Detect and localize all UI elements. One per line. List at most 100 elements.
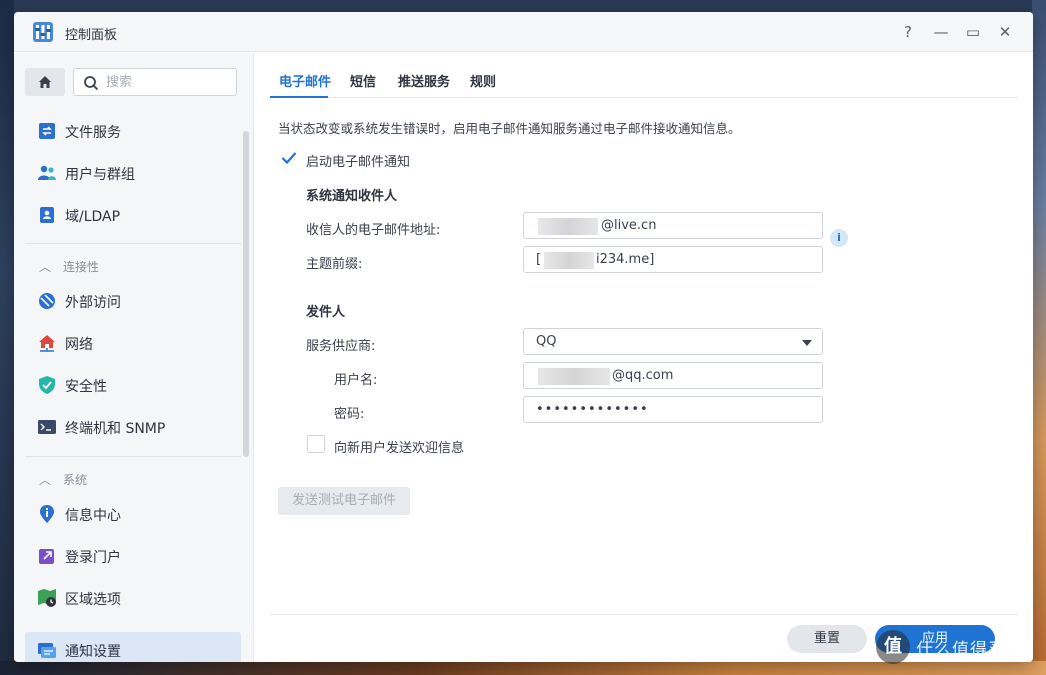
chevron-up-icon: ︿ xyxy=(39,473,52,487)
close-button[interactable]: ✕ xyxy=(995,22,1015,42)
regional-options-icon xyxy=(38,589,56,607)
sidebar-scrollbar[interactable] xyxy=(243,131,249,457)
domain-ldap-icon xyxy=(40,207,54,223)
username-label: 用户名: xyxy=(334,373,378,388)
recipient-email-field[interactable]: @live.cn xyxy=(523,212,823,239)
titlebar: 控制面板 ? — ▭ ✕ xyxy=(14,12,1033,52)
network-icon xyxy=(39,335,55,352)
section-label: 系统 xyxy=(63,473,88,487)
info-center-icon xyxy=(40,505,54,523)
recipient-label: 收信人的电子邮件地址: xyxy=(306,223,441,238)
search-input[interactable] xyxy=(106,72,226,92)
recipients-heading: 系统通知收件人 xyxy=(306,189,398,204)
redacted-mask xyxy=(538,368,610,385)
sidebar-item-label: 网络 xyxy=(65,337,93,353)
tab-push-service[interactable]: 推送服务 xyxy=(398,71,450,90)
provider-label: 服务供应商: xyxy=(306,339,376,354)
tab-sms[interactable]: 短信 xyxy=(350,71,376,90)
sidebar: 文件服务 用户与群组 域/LDAP ︿ 连接性 xyxy=(14,53,254,662)
active-tab-indicator xyxy=(270,96,328,98)
sender-heading: 发件人 xyxy=(306,305,346,320)
sidebar-item-security[interactable]: 安全性 xyxy=(25,367,241,403)
window-title: 控制面板 xyxy=(65,28,118,43)
password-label: 密码: xyxy=(334,407,365,422)
username-field[interactable]: @qq.com xyxy=(523,362,823,389)
sidebar-item-label: 安全性 xyxy=(65,379,107,395)
sidebar-item-domain-ldap[interactable]: 域/LDAP xyxy=(25,197,241,233)
footer-divider xyxy=(270,614,1018,615)
search-icon xyxy=(84,76,99,91)
control-panel-app-icon xyxy=(33,22,53,42)
dropdown-arrow-icon xyxy=(802,340,812,346)
provider-select[interactable]: QQ xyxy=(523,328,823,355)
notification-icon xyxy=(38,643,56,658)
provider-value: QQ xyxy=(536,334,557,349)
external-access-icon xyxy=(39,293,55,309)
send-test-email-button[interactable]: 发送测试电子邮件 xyxy=(278,487,410,515)
tab-bar: 电子邮件 短信 推送服务 规则 xyxy=(270,53,1018,98)
redacted-mask xyxy=(544,252,594,269)
watermark-badge: 值 xyxy=(876,630,910,664)
home-button[interactable] xyxy=(25,68,65,96)
checkmark-icon xyxy=(281,152,297,165)
subject-prefix-field[interactable]: [ i234.me] xyxy=(523,246,823,273)
sidebar-item-terminal-snmp[interactable]: 终端机和 SNMP xyxy=(25,409,241,445)
sidebar-item-login-portal[interactable]: 登录门户 xyxy=(25,538,241,574)
desktop-wallpaper-left xyxy=(0,0,14,675)
enable-email-checkbox[interactable] xyxy=(280,149,298,167)
subject-prefix-end: i234.me] xyxy=(596,252,655,267)
desktop-wallpaper-right xyxy=(1032,0,1046,675)
sidebar-item-external-access[interactable]: 外部访问 xyxy=(25,283,241,319)
security-shield-icon xyxy=(39,376,55,394)
info-icon[interactable]: i xyxy=(830,229,848,247)
help-button[interactable]: ? xyxy=(898,22,918,42)
login-portal-icon xyxy=(39,549,54,564)
sidebar-item-label: 外部访问 xyxy=(65,295,121,311)
sidebar-item-label: 域/LDAP xyxy=(65,209,121,225)
password-value: ••••••••••••• xyxy=(536,402,649,417)
welcome-message-label: 向新用户发送欢迎信息 xyxy=(334,441,465,456)
sidebar-divider xyxy=(25,243,241,244)
subject-prefix-start: [ xyxy=(536,252,542,267)
search-box[interactable] xyxy=(73,68,237,96)
sidebar-item-label: 区域选项 xyxy=(65,592,121,608)
sidebar-item-file-services[interactable]: 文件服务 xyxy=(25,113,241,149)
home-icon xyxy=(39,76,51,88)
subject-prefix-label: 主题前缀: xyxy=(306,257,363,272)
section-connectivity[interactable]: ︿ 连接性 xyxy=(39,258,99,275)
email-description: 当状态改变或系统发生错误时，启用电子邮件通知服务通过电子邮件接收通知信息。 xyxy=(278,121,741,136)
section-system[interactable]: ︿ 系统 xyxy=(39,471,87,488)
sidebar-item-info-center[interactable]: 信息中心 xyxy=(25,496,241,532)
password-field[interactable]: ••••••••••••• xyxy=(523,396,823,423)
sidebar-item-label: 信息中心 xyxy=(65,508,121,524)
sidebar-item-users-groups[interactable]: 用户与群组 xyxy=(25,155,241,191)
welcome-message-checkbox[interactable] xyxy=(307,435,325,453)
recipient-email-value: @live.cn xyxy=(601,218,657,233)
sidebar-divider xyxy=(25,456,241,457)
sidebar-item-label: 终端机和 SNMP xyxy=(65,421,166,437)
redacted-mask xyxy=(538,218,598,235)
tab-rules[interactable]: 规则 xyxy=(470,71,496,90)
minimize-button[interactable]: — xyxy=(931,22,951,42)
sidebar-item-label: 文件服务 xyxy=(65,125,121,141)
username-value: @qq.com xyxy=(612,368,674,383)
sidebar-item-label: 用户与群组 xyxy=(65,167,135,183)
sidebar-item-label: 登录门户 xyxy=(65,550,121,566)
terminal-icon xyxy=(38,420,56,434)
watermark-text: 什么值得买 xyxy=(916,639,1006,660)
sidebar-item-notification-settings[interactable]: 通知设置 xyxy=(25,632,241,662)
maximize-button[interactable]: ▭ xyxy=(963,22,983,42)
users-groups-icon xyxy=(38,165,56,180)
sidebar-item-network[interactable]: 网络 xyxy=(25,325,241,361)
tab-email[interactable]: 电子邮件 xyxy=(279,71,331,90)
file-services-icon xyxy=(39,123,55,139)
chevron-up-icon: ︿ xyxy=(39,260,52,274)
sidebar-item-label: 通知设置 xyxy=(65,644,121,660)
sidebar-item-regional-options[interactable]: 区域选项 xyxy=(25,580,241,616)
enable-email-label: 启动电子邮件通知 xyxy=(306,155,411,170)
control-panel-window: 控制面板 ? — ▭ ✕ 文件服务 xyxy=(14,12,1033,662)
reset-button[interactable]: 重置 xyxy=(787,625,867,653)
watermark: 值 什么值得买 xyxy=(876,627,1046,667)
section-label: 连接性 xyxy=(63,260,100,274)
main-panel: 电子邮件 短信 推送服务 规则 当状态改变或系统发生错误时，启用电子邮件通知服务… xyxy=(255,53,1033,662)
